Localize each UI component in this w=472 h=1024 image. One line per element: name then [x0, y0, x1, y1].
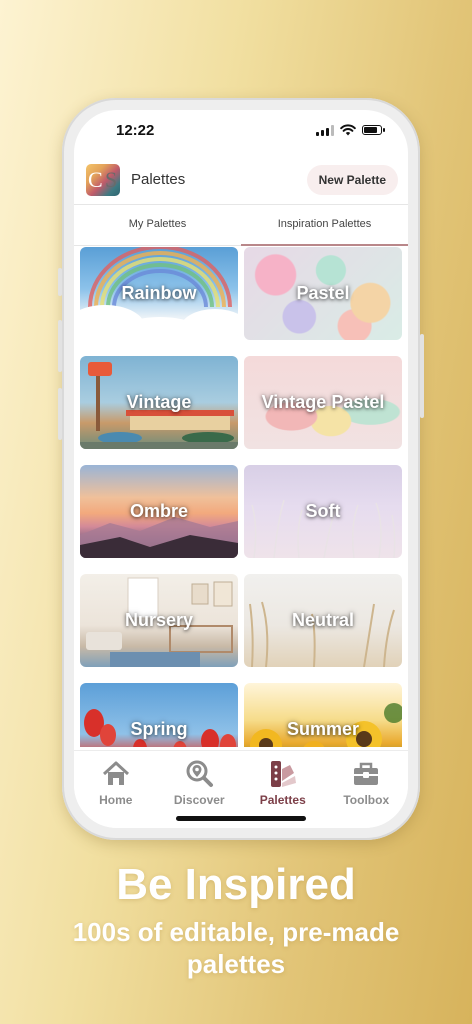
palette-tile-vintage-pastel[interactable]: Vintage Pastel — [244, 356, 402, 449]
cellular-signal-icon — [316, 124, 334, 136]
volume-down-button — [58, 388, 62, 440]
tabbar-item-home[interactable]: Home — [74, 751, 158, 828]
palette-label: Rainbow — [121, 283, 197, 303]
palette-tile-soft[interactable]: Soft — [244, 465, 402, 558]
palette-label: Vintage Pastel — [261, 392, 385, 412]
palette-tile-ombre[interactable]: Ombre — [80, 465, 238, 558]
tabbar-item-toolbox[interactable]: Toolbox — [325, 751, 409, 828]
palette-tile-nursery[interactable]: Nursery — [80, 574, 238, 667]
status-bar: 12:22 — [74, 110, 408, 150]
palette-tile-spring[interactable]: Spring — [80, 683, 238, 747]
tabbar-label: Discover — [173, 793, 225, 807]
palette-tile-summer[interactable]: Summer — [244, 683, 402, 747]
wifi-icon — [340, 124, 356, 136]
palette-label: Ombre — [129, 501, 189, 521]
logo-letter-c: C — [88, 167, 103, 192]
promo-headline: Be Inspired — [116, 860, 356, 909]
palette-label: Pastel — [296, 283, 350, 303]
logo-letter-s: S — [105, 167, 118, 192]
palette-label: Summer — [286, 719, 360, 739]
discover-icon — [186, 760, 214, 787]
status-icons — [316, 124, 385, 136]
battery-icon — [362, 125, 385, 135]
side-button — [58, 268, 62, 296]
palettes-icon — [270, 761, 296, 787]
palette-label: Vintage — [126, 392, 192, 412]
tabbar-label: Home — [99, 793, 133, 807]
tabbar-label: Palettes — [259, 793, 306, 807]
volume-up-button — [58, 320, 62, 372]
palette-label: Neutral — [291, 610, 354, 630]
promo-subline: 100s of editable, pre-made palettes — [72, 917, 400, 979]
tab-inspiration-palettes[interactable]: Inspiration Palettes — [241, 205, 408, 246]
palette-tabs: My Palettes Inspiration Palettes — [74, 204, 408, 246]
home-icon — [102, 761, 129, 785]
palette-label: Spring — [130, 719, 188, 739]
toolbox-icon — [354, 762, 379, 785]
palette-grid: Rainbow Pastel Vintage Vintage Pastel Om… — [80, 247, 402, 747]
app-header: C S Palettes New Palette — [74, 162, 408, 202]
palette-tile-neutral[interactable]: Neutral — [244, 574, 402, 667]
screen: 12:22 C S Palettes New Palette My Palett… — [74, 110, 408, 828]
page-title: Palettes — [131, 171, 186, 188]
phone-frame: 12:22 C S Palettes New Palette My Palett… — [58, 98, 424, 840]
palette-tile-vintage[interactable]: Vintage — [80, 356, 238, 449]
tab-my-palettes[interactable]: My Palettes — [74, 205, 241, 245]
app-logo: C S — [86, 164, 120, 196]
home-indicator — [176, 816, 306, 821]
status-time: 12:22 — [116, 122, 155, 139]
new-palette-button[interactable]: New Palette — [306, 165, 398, 195]
palette-tile-pastel[interactable]: Pastel — [244, 247, 402, 340]
tabbar-label: Toolbox — [343, 793, 390, 807]
palette-tile-rainbow[interactable]: Rainbow — [80, 247, 238, 340]
palette-label: Nursery — [124, 610, 194, 630]
power-button — [420, 334, 424, 418]
palette-label: Soft — [305, 501, 341, 521]
